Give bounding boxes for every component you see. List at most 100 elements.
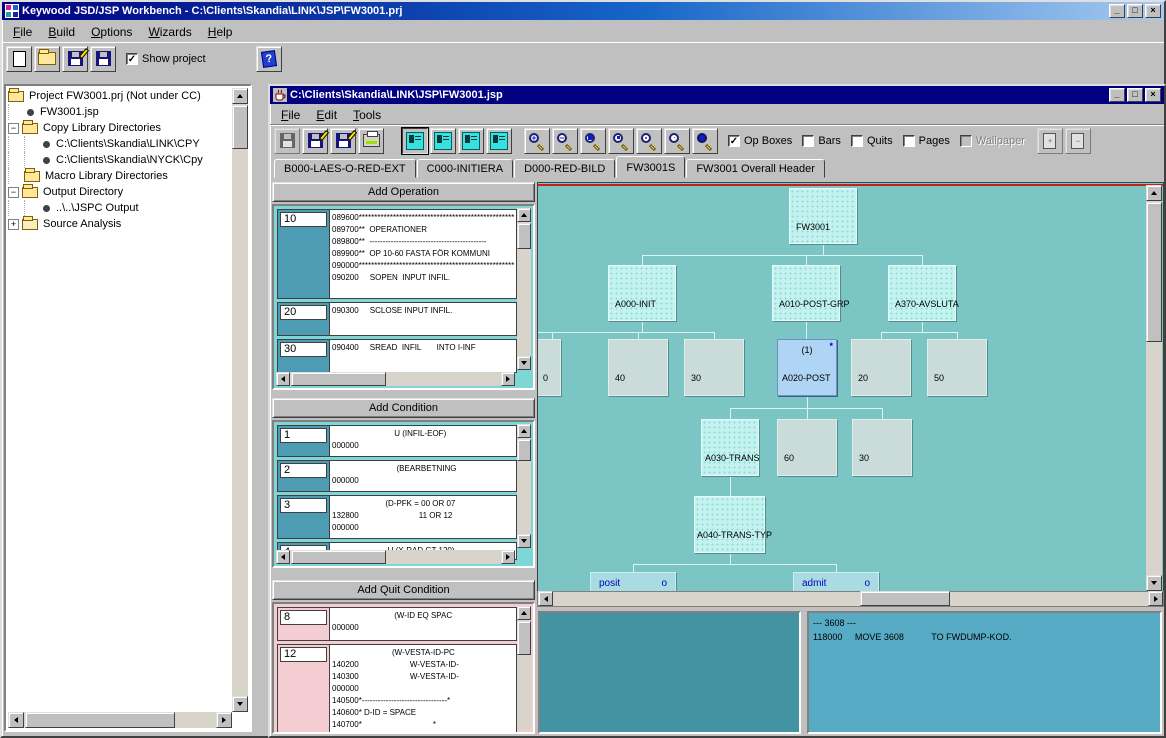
tree-item-source-analysis[interactable]: +Source Analysis xyxy=(8,216,232,232)
tree-item-output-dir[interactable]: −Output Directory xyxy=(8,184,232,200)
zoom-100-button[interactable] xyxy=(580,128,606,154)
scroll-thumb[interactable] xyxy=(25,712,175,728)
save-button[interactable] xyxy=(90,46,116,72)
tree-item-macro-lib[interactable]: Macro Library Directories xyxy=(8,168,232,184)
node-a010-post-grp[interactable]: A010-POST-GRP xyxy=(772,265,840,321)
node-fw3001[interactable]: FW3001 xyxy=(789,188,857,244)
operation-number-input[interactable]: 20 xyxy=(280,305,327,320)
scroll-down-button[interactable] xyxy=(517,356,531,370)
show-project-option[interactable]: ✓ Show project xyxy=(126,53,206,65)
condition-number-input[interactable]: 3 xyxy=(280,498,327,513)
scroll-up-button[interactable] xyxy=(1146,185,1162,201)
scroll-thumb[interactable] xyxy=(517,223,531,249)
tree-item-jspc-output[interactable]: ..\..\JSPC Output xyxy=(8,200,232,216)
show-project-checkbox[interactable]: ✓ xyxy=(126,53,138,65)
main-titlebar[interactable]: Keywood JSD/JSP Workbench - C:\Clients\S… xyxy=(2,2,1164,20)
view-compact-button[interactable] xyxy=(458,128,484,154)
node-a020-post-selected[interactable]: (1) * A020-POST xyxy=(777,339,837,396)
op-boxes-option[interactable]: ✓ Op Boxes xyxy=(728,135,792,147)
maximize-button[interactable]: □ xyxy=(1127,4,1143,18)
scroll-left-button[interactable] xyxy=(276,372,290,386)
expand-icon[interactable]: + xyxy=(8,219,19,230)
quit-row[interactable]: 8 (W-ID EQ SPAC000000 xyxy=(277,607,517,641)
document-titlebar[interactable]: C:\Clients\Skandia\LINK\JSP\FW3001.jsp _… xyxy=(270,86,1164,104)
view-detail-button[interactable] xyxy=(430,128,456,154)
quit-number-input[interactable]: 12 xyxy=(280,647,327,662)
condition-vertical-scrollbar[interactable] xyxy=(517,424,531,548)
doc-maximize-button[interactable]: □ xyxy=(1127,88,1143,102)
tree-item-nyck-cpy[interactable]: C:\Clients\Skandia\NYCK\Cpy xyxy=(8,152,232,168)
tab-overall-header[interactable]: FW3001 Overall Header xyxy=(686,159,825,178)
operation-row[interactable]: 30 090400 SREAD INFIL INTO I-INF xyxy=(277,339,517,373)
tab-fw3001s[interactable]: FW3001S xyxy=(616,156,685,178)
scroll-up-button[interactable] xyxy=(517,606,531,620)
node-op-40[interactable]: 40 xyxy=(608,339,668,396)
tree-vertical-scrollbar[interactable] xyxy=(232,88,248,712)
scroll-thumb[interactable] xyxy=(1146,202,1162,342)
condition-row[interactable]: 3 (D-PFK = 00 OR 07132800 11 OR 12000000 xyxy=(277,495,517,539)
scroll-thumb[interactable] xyxy=(291,550,386,564)
operation-number-input[interactable]: 30 xyxy=(280,342,327,357)
diagram-horizontal-scrollbar[interactable] xyxy=(537,591,1164,607)
node-posit[interactable]: posito xyxy=(590,572,676,591)
tab-c000[interactable]: C000-INITIERA xyxy=(417,159,513,178)
scroll-right-button[interactable] xyxy=(216,712,232,728)
doc-close-button[interactable]: × xyxy=(1145,88,1161,102)
condition-horizontal-scrollbar[interactable] xyxy=(276,550,515,564)
scroll-thumb[interactable] xyxy=(291,372,386,386)
doc-save-as-button[interactable] xyxy=(302,128,328,154)
tab-d000[interactable]: D000-RED-BILD xyxy=(514,159,615,178)
menu-file[interactable]: File xyxy=(6,23,39,39)
collapse-icon[interactable]: − xyxy=(8,123,19,134)
add-condition-button[interactable]: Add Condition xyxy=(272,398,535,418)
scroll-right-button[interactable] xyxy=(1148,591,1163,606)
condition-row[interactable]: 2 (BEARBETNING000000 xyxy=(277,460,517,492)
menu-build[interactable]: Build xyxy=(41,23,82,39)
node-a040-trans-typ[interactable]: A040-TRANS-TYP xyxy=(694,496,765,553)
doc-save-copy-button[interactable] xyxy=(330,128,356,154)
add-quit-condition-button[interactable]: Add Quit Condition xyxy=(272,580,535,600)
scroll-up-button[interactable] xyxy=(232,88,248,104)
quit-row[interactable]: 12 (W-VESTA-ID-PC140200 W-VESTA-ID-14030… xyxy=(277,644,517,734)
add-operation-button[interactable]: Add Operation xyxy=(272,182,535,202)
view-structure-button[interactable] xyxy=(402,128,428,154)
doc-menu-file[interactable]: File xyxy=(274,106,307,122)
pages-option[interactable]: Pages xyxy=(903,135,950,147)
menu-options[interactable]: Options xyxy=(84,23,139,39)
node-op-cut[interactable]: 0 xyxy=(537,339,561,396)
scroll-left-button[interactable] xyxy=(8,712,24,728)
node-a370-avsluta[interactable]: A370-AVSLUTA xyxy=(888,265,956,321)
operation-number-input[interactable]: 10 xyxy=(280,212,327,227)
scroll-thumb[interactable] xyxy=(517,439,531,461)
scroll-down-button[interactable] xyxy=(1146,575,1162,591)
node-a000-init[interactable]: A000-INIT xyxy=(608,265,676,321)
quits-option[interactable]: Quits xyxy=(851,135,893,147)
scroll-left-button[interactable] xyxy=(276,550,290,564)
menu-help[interactable]: Help xyxy=(201,23,240,39)
condition-number-input[interactable]: 1 xyxy=(280,428,327,443)
operation-row[interactable]: 10 089600*******************************… xyxy=(277,209,517,299)
menu-wizards[interactable]: Wizards xyxy=(141,23,198,39)
zoom-75-button[interactable] xyxy=(608,128,634,154)
view-outline-button[interactable] xyxy=(486,128,512,154)
print-button[interactable] xyxy=(358,128,384,154)
operation-row[interactable]: 20 090300 SCLOSE INPUT INFIL. xyxy=(277,302,517,336)
save-as-button[interactable] xyxy=(62,46,88,72)
zoom-25-button[interactable] xyxy=(664,128,690,154)
structure-diagram[interactable]: FW3001 A000-INIT A010-POST-GRP A370-AVSL… xyxy=(537,182,1164,591)
minimize-button[interactable]: _ xyxy=(1109,4,1125,18)
close-button[interactable]: × xyxy=(1145,4,1161,18)
tree-horizontal-scrollbar[interactable] xyxy=(8,712,232,728)
doc-menu-tools[interactable]: Tools xyxy=(346,106,388,122)
scroll-right-button[interactable] xyxy=(501,550,515,564)
scroll-right-button[interactable] xyxy=(501,372,515,386)
quit-vertical-scrollbar[interactable] xyxy=(517,606,531,730)
op-boxes-checkbox[interactable]: ✓ xyxy=(728,135,740,147)
doc-save-button[interactable] xyxy=(274,128,300,154)
bars-checkbox[interactable] xyxy=(802,135,814,147)
help-button[interactable]: ? xyxy=(256,46,282,72)
new-button[interactable] xyxy=(6,46,32,72)
node-admit[interactable]: admito xyxy=(793,572,879,591)
zoom-50-button[interactable] xyxy=(636,128,662,154)
collapse-icon[interactable]: − xyxy=(8,187,19,198)
